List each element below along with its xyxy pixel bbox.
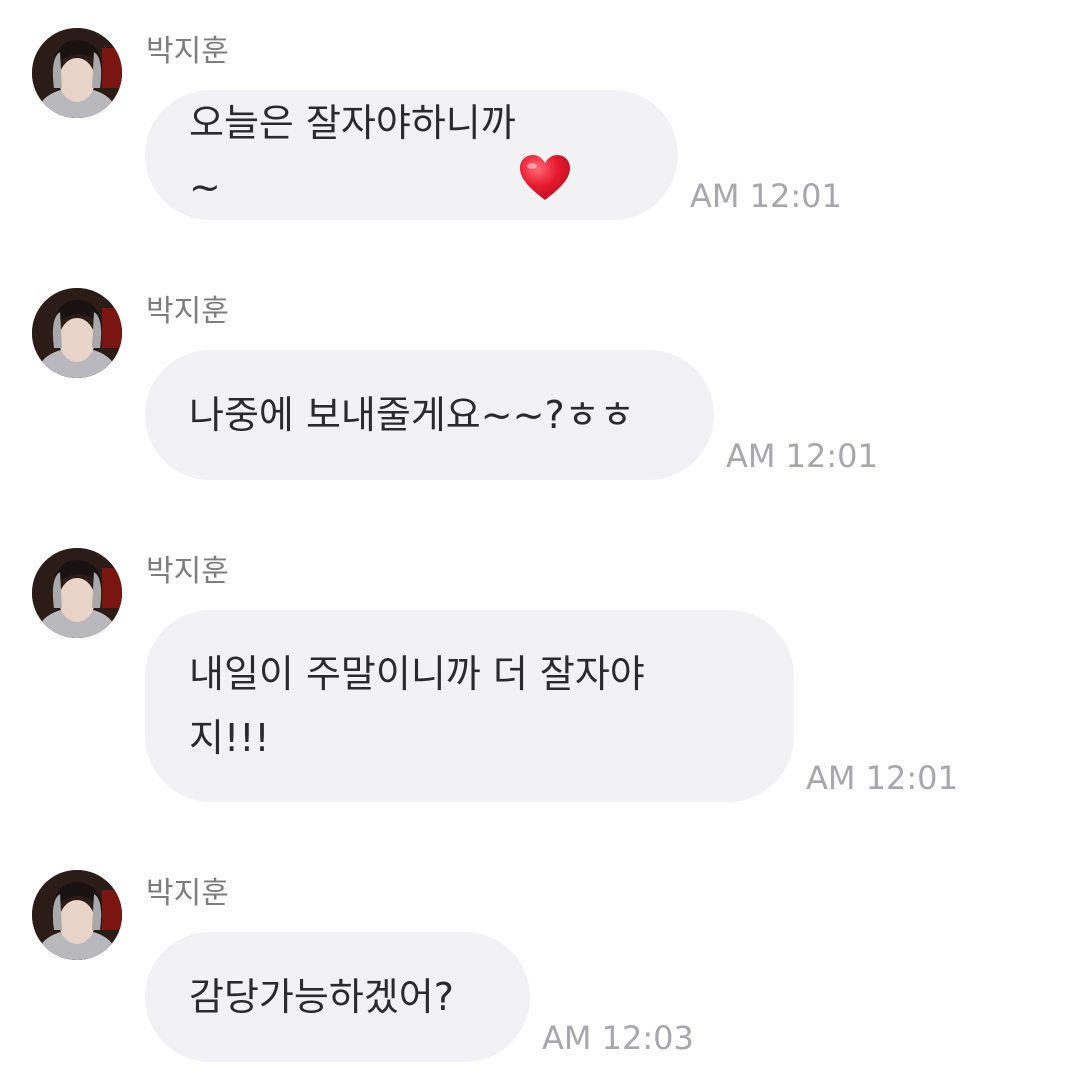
message-timestamp: AM 12:03 bbox=[542, 1019, 694, 1057]
message-bubble[interactable]: 감당가능하겠어? bbox=[145, 932, 530, 1062]
message-text: 감당가능하겠어? bbox=[189, 975, 454, 1019]
avatar[interactable] bbox=[32, 870, 122, 960]
message-timestamp: AM 12:01 bbox=[806, 759, 958, 797]
message-text: 나중에 보내줄게요~~?ㅎㅎ bbox=[189, 393, 635, 437]
message-bubble[interactable]: 내일이 주말이니까 더 잘자야 지!!! bbox=[145, 610, 794, 802]
avatar[interactable] bbox=[32, 28, 122, 118]
message-timestamp: AM 12:01 bbox=[690, 177, 842, 215]
avatar[interactable] bbox=[32, 288, 122, 378]
avatar-photo bbox=[32, 548, 122, 638]
sender-name: 박지훈 bbox=[146, 554, 229, 589]
avatar-photo bbox=[32, 870, 122, 960]
message-text: 오늘은 잘자야하니까~ bbox=[189, 101, 516, 209]
message-bubble[interactable]: 나중에 보내줄게요~~?ㅎㅎ bbox=[145, 350, 714, 480]
avatar-photo bbox=[32, 288, 122, 378]
heart-icon bbox=[518, 26, 634, 285]
message-timestamp: AM 12:01 bbox=[726, 437, 878, 475]
message-text: 내일이 주말이니까 더 잘자야 지!!! bbox=[189, 652, 645, 760]
message-bubble[interactable]: 오늘은 잘자야하니까~ bbox=[145, 90, 678, 220]
avatar[interactable] bbox=[32, 548, 122, 638]
sender-name: 박지훈 bbox=[146, 34, 229, 69]
avatar-photo bbox=[32, 28, 122, 118]
sender-name: 박지훈 bbox=[146, 294, 229, 329]
sender-name: 박지훈 bbox=[146, 876, 229, 911]
